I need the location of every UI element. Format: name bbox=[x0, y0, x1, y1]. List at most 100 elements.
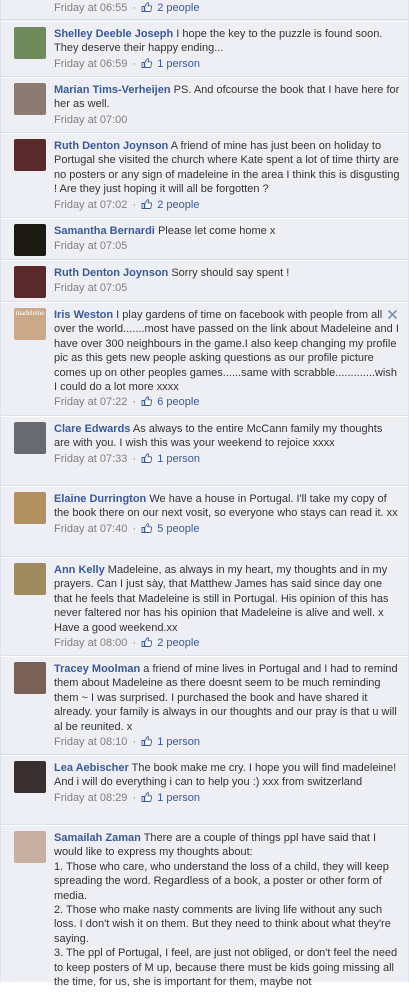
comment-text-line: 2. Those who make nasty comments are liv… bbox=[54, 904, 391, 945]
like-count[interactable]: 1 person bbox=[157, 453, 200, 465]
like-count[interactable]: 2 people bbox=[157, 2, 199, 14]
comment-time[interactable]: Friday at 08:00 bbox=[54, 637, 127, 649]
comment-meta: Friday at 07:33 · 1 person bbox=[54, 452, 400, 466]
comment-body: Iris Weston I play gardens of time on fa… bbox=[54, 308, 400, 394]
separator: · bbox=[132, 637, 137, 650]
comment-time[interactable]: Friday at 07:40 bbox=[54, 523, 127, 535]
comment-meta: Friday at 06:59 · 1 person bbox=[54, 57, 400, 71]
like-count[interactable]: 2 people bbox=[157, 199, 199, 211]
comment: Ruth Denton Joynson A friend of mine has… bbox=[1, 133, 408, 218]
avatar[interactable] bbox=[14, 266, 46, 298]
avatar[interactable] bbox=[14, 563, 46, 595]
comment-time[interactable]: Friday at 07:02 bbox=[54, 199, 127, 211]
comment-time[interactable]: Friday at 07:00 bbox=[54, 114, 127, 126]
comment-author[interactable]: Elaine Durrington bbox=[54, 493, 146, 505]
avatar[interactable] bbox=[14, 422, 46, 454]
avatar-caption: madeleine bbox=[15, 309, 45, 317]
comment-author[interactable]: Tracey Moolman bbox=[54, 663, 140, 675]
like-count[interactable]: 1 person bbox=[157, 792, 200, 804]
comment-time[interactable]: Friday at 07:22 bbox=[54, 396, 127, 408]
separator: · bbox=[132, 791, 137, 804]
comment-text: Madeleine, as always in my heart, my tho… bbox=[54, 564, 389, 634]
comment-body: Samailah Zaman There are a couple of thi… bbox=[54, 831, 400, 989]
thumbs-up-icon[interactable] bbox=[141, 453, 153, 463]
avatar[interactable] bbox=[14, 831, 46, 863]
comment-body: Marian Tims-Verheijen PS. And ofcourse t… bbox=[54, 83, 400, 112]
like-count[interactable]: 5 people bbox=[157, 523, 199, 535]
comment-author[interactable]: Ruth Denton Joynson bbox=[54, 267, 168, 279]
comment-author[interactable]: Ann Kelly bbox=[54, 564, 105, 576]
comment-time[interactable]: Friday at 07:33 bbox=[54, 453, 127, 465]
comment-text-line: 1. Those who care, who understand the lo… bbox=[54, 860, 389, 902]
thumbs-up-icon[interactable] bbox=[141, 396, 153, 407]
comment-meta: Friday at 07:02 · 2 people bbox=[54, 198, 400, 212]
comment: Tracey Moolman a friend of mine lives in… bbox=[1, 656, 408, 755]
thumbs-up-icon[interactable] bbox=[141, 736, 153, 746]
comment-meta: Friday at 08:29 · 1 person bbox=[54, 791, 400, 805]
comment-body: Lea Aebischer The book make me cry. I ho… bbox=[54, 761, 400, 790]
avatar[interactable]: madeleine bbox=[14, 308, 46, 340]
thumbs-up-icon[interactable] bbox=[141, 523, 153, 533]
thumbs-up-icon[interactable] bbox=[141, 2, 153, 12]
close-x-icon[interactable] bbox=[387, 309, 398, 320]
comment-feed: Friday at 06:55 · 2 people Shelley Deebl… bbox=[0, 0, 409, 988]
separator: · bbox=[132, 736, 137, 749]
separator: · bbox=[132, 522, 137, 535]
thumbs-up-icon[interactable] bbox=[141, 792, 153, 802]
comment-body: Shelley Deeble Joseph I hope the key to … bbox=[54, 27, 400, 56]
comment: Ruth Denton Joynson Sorry should say spe… bbox=[1, 260, 408, 302]
avatar[interactable] bbox=[14, 662, 46, 694]
avatar[interactable] bbox=[14, 27, 46, 59]
separator: · bbox=[132, 452, 137, 465]
comment: Elaine Durrington We have a house in Por… bbox=[1, 486, 408, 557]
comment-time[interactable]: Friday at 08:10 bbox=[54, 736, 127, 748]
comment-time[interactable]: Friday at 06:59 bbox=[54, 58, 127, 70]
comment-meta: Friday at 07:05 bbox=[54, 239, 400, 253]
comment-time[interactable]: Friday at 06:55 bbox=[54, 2, 127, 14]
comment-author[interactable]: Samantha Bernardi bbox=[54, 225, 155, 237]
comment: Samantha Bernardi Please let come home x… bbox=[1, 218, 408, 260]
separator: · bbox=[132, 396, 137, 409]
like-count[interactable]: 2 people bbox=[157, 637, 199, 649]
comment: madeleine Iris Weston I play gardens of … bbox=[1, 302, 408, 416]
avatar[interactable] bbox=[14, 139, 46, 171]
comment-body: Ruth Denton Joynson A friend of mine has… bbox=[54, 139, 400, 197]
comment-text: I play gardens of time on facebook with … bbox=[54, 309, 399, 394]
thumbs-up-icon[interactable] bbox=[141, 58, 153, 68]
comment-meta: Friday at 07:05 bbox=[54, 281, 400, 295]
comment-author[interactable]: Clare Edwards bbox=[54, 423, 130, 435]
comment-author[interactable]: Iris Weston bbox=[54, 309, 113, 321]
thumbs-up-icon[interactable] bbox=[141, 198, 153, 209]
comment-partial: Friday at 06:55 · 2 people bbox=[1, 0, 408, 20]
like-count[interactable]: 6 people bbox=[157, 396, 199, 408]
comment-meta: Friday at 08:00 · 2 people bbox=[54, 636, 400, 650]
separator: · bbox=[132, 2, 137, 14]
comment-author[interactable]: Shelley Deeble Joseph bbox=[54, 28, 173, 40]
comment: Ann Kelly Madeleine, as always in my hea… bbox=[1, 557, 408, 656]
avatar[interactable] bbox=[14, 761, 46, 793]
comment-meta: Friday at 07:22 · 6 people bbox=[54, 395, 400, 409]
comment-author[interactable]: Ruth Denton Joynson bbox=[54, 140, 168, 152]
avatar[interactable] bbox=[14, 224, 46, 256]
comment-author[interactable]: Samailah Zaman bbox=[54, 832, 141, 844]
separator: · bbox=[132, 198, 137, 211]
comment-author[interactable]: Marian Tims-Verheijen bbox=[54, 84, 171, 96]
comment-text: Sorry should say spent ! bbox=[171, 267, 290, 279]
thumbs-up-icon[interactable] bbox=[141, 637, 153, 647]
comment-meta: Friday at 07:40 · 5 people bbox=[54, 522, 400, 536]
comment-author[interactable]: Lea Aebischer bbox=[54, 762, 129, 774]
comment-body: Tracey Moolman a friend of mine lives in… bbox=[54, 662, 400, 734]
comment-body: Samantha Bernardi Please let come home x bbox=[54, 224, 400, 238]
comment: Shelley Deeble Joseph I hope the key to … bbox=[1, 21, 408, 77]
comment-time[interactable]: Friday at 08:29 bbox=[54, 792, 127, 804]
avatar[interactable] bbox=[14, 492, 46, 524]
comment-meta: Friday at 07:00 bbox=[54, 113, 400, 127]
comment-text-line: 3. The ppl of Portugal, I feel, are just… bbox=[54, 947, 398, 989]
like-count[interactable]: 1 person bbox=[157, 58, 200, 70]
comment-body: Ruth Denton Joynson Sorry should say spe… bbox=[54, 266, 400, 280]
comment-time[interactable]: Friday at 07:05 bbox=[54, 282, 127, 294]
like-count[interactable]: 1 person bbox=[157, 736, 200, 748]
comment-body: Clare Edwards As always to the entire Mc… bbox=[54, 422, 400, 451]
avatar[interactable] bbox=[14, 83, 46, 115]
comment-time[interactable]: Friday at 07:05 bbox=[54, 240, 127, 252]
